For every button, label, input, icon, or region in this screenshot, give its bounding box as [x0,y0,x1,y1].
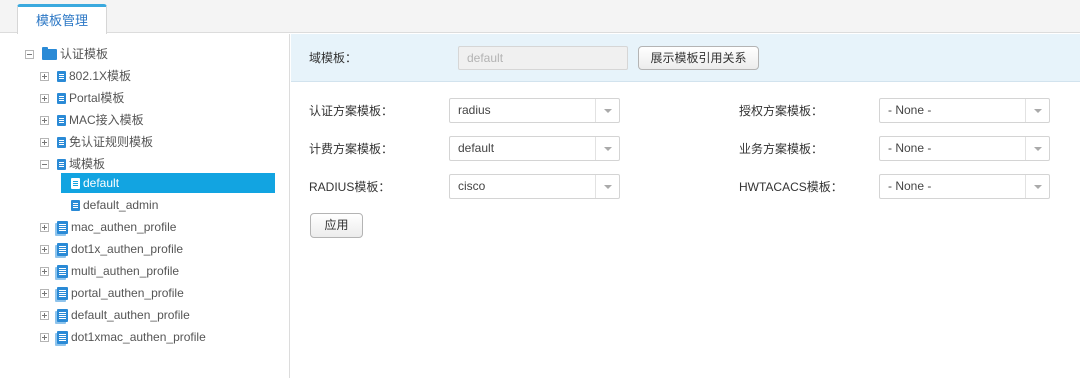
tree-node-label: portal_authen_profile [71,286,184,300]
chevron-down-icon[interactable] [595,175,619,198]
chevron-down-icon[interactable] [1025,137,1049,160]
authentication-scheme-label: 认证方案模板： [309,104,394,118]
document-icon [71,177,80,189]
document-icon [71,199,80,211]
tree-node-portal-authen-profile[interactable]: portal_authen_profile [40,283,184,303]
documents-icon [57,286,68,300]
select-value: cisco [458,179,486,193]
select-value: default [458,141,495,155]
domain-label: 域模板： [309,51,358,65]
select-value: - None - [888,103,932,117]
tree-node-multi-authen-profile[interactable]: multi_authen_profile [40,261,179,281]
apply-button[interactable]: 应用 [310,213,363,238]
tree-node-dot1xmac-authen-profile[interactable]: dot1xmac_authen_profile [40,327,206,347]
authentication-scheme-select[interactable]: radius [449,98,620,123]
radius-template-select[interactable]: cisco [449,174,620,199]
document-icon [57,158,66,170]
tree-node-label: MAC接入模板 [69,113,144,127]
show-template-relations-button[interactable]: 展示模板引用关系 [638,46,759,70]
document-icon [57,114,66,126]
accounting-scheme-select[interactable]: default [449,136,620,161]
domain-name-field: default [458,46,628,70]
tree-node-label: dot1xmac_authen_profile [71,330,206,344]
documents-icon [57,242,68,256]
accounting-scheme-label: 计费方案模板： [309,142,394,156]
tree-node-label: 802.1X模板 [69,69,132,83]
tree-node-label: default_authen_profile [71,308,190,322]
tree-node-mac-access[interactable]: MAC接入模板 [40,110,144,130]
service-scheme-label: 业务方案模板： [739,142,824,156]
document-icon [57,136,66,148]
service-scheme-select[interactable]: - None - [879,136,1050,161]
tab-template-management[interactable]: 模板管理 [17,4,107,34]
hwtacacs-template-select[interactable]: - None - [879,174,1050,199]
tree-node-mac-authen-profile[interactable]: mac_authen_profile [40,217,176,237]
tree-node-domain[interactable]: 域模板 [40,154,105,174]
select-value: - None - [888,141,932,155]
tree-node-label: default [83,176,120,190]
chevron-down-icon[interactable] [1025,99,1049,122]
tree-node-label: dot1x_authen_profile [71,242,184,256]
tree-node-auth-free-rule[interactable]: 免认证规则模板 [40,132,153,152]
chevron-down-icon[interactable] [1025,175,1049,198]
documents-icon [57,220,68,234]
expand-icon[interactable] [40,115,49,125]
expand-icon[interactable] [40,222,49,232]
tree-node-label: Portal模板 [69,91,125,105]
folder-open-icon [42,46,57,60]
expand-icon[interactable] [40,266,49,276]
tree-node-8021x[interactable]: 802.1X模板 [40,66,131,86]
template-tree: 认证模板 802.1X模板 Portal模板 MAC接入模板 免认证规则模板 域… [0,34,290,378]
expand-icon[interactable] [40,71,49,81]
tree-node-domain-default-admin[interactable]: default_admin [71,195,158,215]
expand-icon[interactable] [40,288,49,298]
domain-header: 域模板： default 展示模板引用关系 [291,34,1080,82]
chevron-down-icon[interactable] [595,99,619,122]
authorization-scheme-label: 授权方案模板： [739,104,824,118]
radius-template-label: RADIUS模板： [309,180,391,194]
tree-node-label: multi_authen_profile [71,264,180,278]
expand-icon[interactable] [40,93,49,103]
expand-icon[interactable] [40,332,49,342]
tree-node-portal[interactable]: Portal模板 [40,88,124,108]
expand-icon[interactable] [40,244,49,254]
tree-node-default-authen-profile[interactable]: default_authen_profile [40,305,190,325]
collapse-icon[interactable] [40,159,49,169]
tree-node-label: 认证模板 [60,47,109,61]
select-value: radius [458,103,491,117]
tree-node-label: default_admin [83,198,159,212]
documents-icon [57,308,68,322]
tree-node-auth-templates[interactable]: 认证模板 [25,44,108,64]
tree-node-label: 域模板 [69,157,106,171]
chevron-down-icon[interactable] [595,137,619,160]
document-icon [57,70,66,82]
documents-icon [57,264,68,278]
tree-node-dot1x-authen-profile[interactable]: dot1x_authen_profile [40,239,183,259]
expand-icon[interactable] [40,137,49,147]
collapse-icon[interactable] [25,49,34,59]
documents-icon [57,330,68,344]
expand-icon[interactable] [40,310,49,320]
tree-node-label: mac_authen_profile [71,220,177,234]
tab-bar: 模板管理 [0,0,1080,34]
tree-node-label: 免认证规则模板 [69,135,154,149]
document-icon [57,92,66,104]
authorization-scheme-select[interactable]: - None - [879,98,1050,123]
select-value: - None - [888,179,932,193]
tree-node-domain-default[interactable]: default [61,173,275,193]
hwtacacs-template-label: HWTACACS模板： [739,180,843,194]
